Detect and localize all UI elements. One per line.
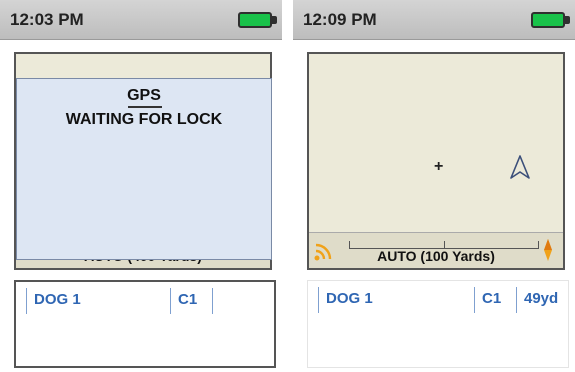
dog-list: DOG 1 C1 xyxy=(14,280,276,368)
column-divider xyxy=(318,287,319,313)
scale-label: AUTO (100 Yards) xyxy=(377,248,495,264)
dialog-title: GPS xyxy=(127,87,161,104)
status-bar: 12:09 PM xyxy=(293,0,575,40)
title-underline xyxy=(128,106,162,108)
list-item[interactable]: DOG 1 C1 xyxy=(16,288,274,314)
dog-distance: 49yd xyxy=(524,290,559,307)
compass-icon xyxy=(544,239,552,261)
column-divider xyxy=(212,288,213,314)
dog-name: DOG 1 xyxy=(34,291,81,308)
dog-channel: C1 xyxy=(482,290,502,307)
dog-distance xyxy=(214,288,220,312)
clock: 12:03 PM xyxy=(10,10,84,29)
column-divider xyxy=(170,288,171,314)
clock: 12:09 PM xyxy=(303,10,377,29)
gps-status-dialog: GPS WAITING FOR LOCK xyxy=(16,78,272,260)
crosshair-icon: + xyxy=(434,158,444,175)
dog-channel: C1 xyxy=(178,291,198,308)
column-divider xyxy=(516,287,517,313)
battery-tip xyxy=(565,16,570,24)
right-device-screen: 12:09 PM + AUTO (100 Yards) DOG 1 C1 49y… xyxy=(293,0,575,372)
battery-icon xyxy=(531,12,565,28)
status-bar: 12:03 PM xyxy=(0,0,282,40)
scale-bar: AUTO (100 Yards) xyxy=(309,232,563,268)
battery-icon xyxy=(238,12,272,28)
battery-tip xyxy=(272,16,277,24)
left-device-screen: 12:03 PM AUTO (400 Yards) GPS WAITING FO… xyxy=(0,0,282,372)
navigation-arrow-icon xyxy=(510,155,530,179)
dog-list: DOG 1 C1 49yd xyxy=(307,280,569,368)
column-divider xyxy=(474,287,475,313)
dialog-message: WAITING FOR LOCK xyxy=(65,111,223,128)
map-view[interactable]: + AUTO (100 Yards) xyxy=(307,52,565,270)
column-divider xyxy=(26,288,27,314)
dog-name: DOG 1 xyxy=(326,290,373,307)
list-item[interactable]: DOG 1 C1 49yd xyxy=(308,287,568,313)
